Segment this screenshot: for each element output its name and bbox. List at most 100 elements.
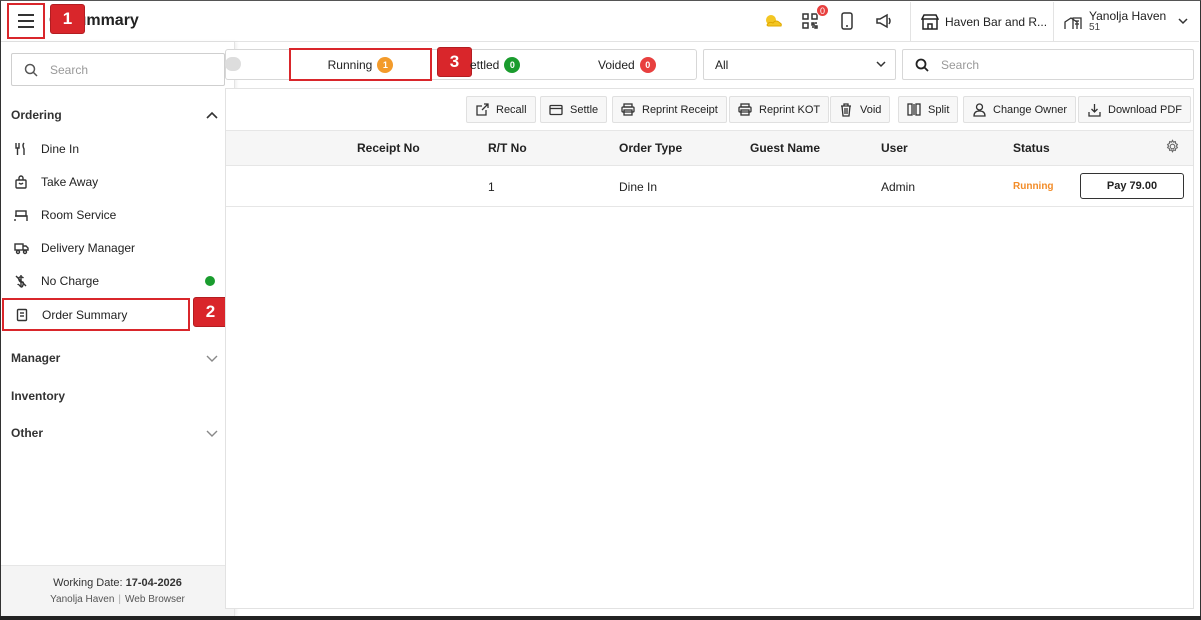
section-ordering[interactable]: Ordering [11,108,62,122]
building-icon [1064,17,1082,29]
working-date: Working Date: 17-04-2026 [1,577,234,589]
reprint-receipt-button[interactable]: Reprint Receipt [612,96,727,123]
sidebar-search[interactable] [11,53,225,86]
button-label: Recall [496,103,527,116]
order-filter-select[interactable]: All [703,49,896,80]
recall-button[interactable]: Recall [466,96,536,123]
tab-pill-clipped [225,57,241,71]
section-inventory[interactable]: Inventory [11,389,65,403]
button-label: Change Owner [993,103,1067,116]
button-label: Settle [570,103,599,116]
status-dot [205,276,215,286]
sidebar-item-take-away[interactable]: Take Away [1,167,235,197]
filter-selected-value: All [715,57,729,72]
hamburger-menu-button[interactable] [7,3,45,39]
split-button[interactable]: Split [898,96,959,123]
printer-icon [621,103,635,117]
cell-order-type: Dine In [619,180,658,194]
button-label: Reprint KOT [759,103,821,116]
branch-sub: 51 [1089,22,1101,33]
chevron-down-icon[interactable] [206,428,218,438]
settle-button[interactable]: Settle [540,96,608,123]
branch-selector[interactable]: Yanolja Haven 51 [1053,2,1200,42]
annotation-badge-3: 3 [437,47,472,77]
sidebar-item-label: Take Away [41,175,99,189]
sidebar-item-dine-in[interactable]: Dine In [1,134,235,164]
session-meta: Yanolja Haven | Web Browser [1,594,234,605]
clipboard-icon [14,307,30,323]
chevron-down-icon[interactable] [206,353,218,363]
status-badge: Running [1013,181,1054,192]
order-search[interactable] [902,49,1194,80]
user-icon [972,102,986,117]
sidebar-item-no-charge[interactable]: No Charge [1,266,235,296]
sidebar-footer: Working Date: 17-04-2026 Yanolja Haven | W… [1,565,234,616]
button-label: Void [860,103,882,116]
tab-label: ettled [470,57,500,72]
sidebar-item-label: Delivery Manager [41,241,136,255]
store-selector[interactable]: Haven Bar and R... [910,2,1053,42]
col-status[interactable]: Status [1013,141,1050,155]
screen-bottom-edge [0,616,1201,620]
void-button[interactable]: Void [830,96,891,123]
sidebar-item-delivery-manager[interactable]: Delivery Manager [1,233,235,263]
storefront-icon [921,14,939,30]
search-icon [915,58,929,72]
pay-button[interactable]: Pay 79.00 [1080,173,1184,199]
trash-icon [839,102,853,117]
col-order-type[interactable]: Order Type [619,141,682,155]
working-date-value: 17-04-2026 [125,577,182,589]
sidebar-item-label: Room Service [41,208,117,222]
download-icon [1087,103,1101,117]
chevron-down-icon [876,61,886,68]
tab-running[interactable]: Running 1 [289,48,432,81]
megaphone-icon[interactable] [874,11,894,31]
col-receipt-no[interactable]: Receipt No [357,141,420,155]
tablet-icon[interactable] [837,11,857,31]
col-user[interactable]: User [881,141,908,155]
notification-count-badge: 0 [816,4,829,17]
external-link-icon [475,103,489,117]
sidebar: Ordering Dine In Take Away Room Service … [1,42,235,616]
download-pdf-button[interactable]: Download PDF [1078,96,1191,123]
button-label: Download PDF [1108,103,1182,116]
change-owner-button[interactable]: Change Owner [963,96,1076,123]
hamburger-icon [18,12,34,30]
tab-voided[interactable]: Voided 0 [598,49,678,80]
truck-icon [13,240,29,256]
takeaway-bag-icon [13,174,29,190]
col-rt-no[interactable]: R/T No [488,141,527,155]
section-other[interactable]: Other [11,426,43,440]
annotation-badge-1: 1 [50,4,85,34]
tab-count-badge: 0 [639,56,656,73]
meta-separator: | [118,594,122,605]
tab-settled[interactable]: ettled 0 [470,49,540,80]
gear-icon[interactable] [1165,139,1180,154]
top-header: O Summary 0 Haven Bar and R... Yanolja H… [1,1,1199,42]
tab-label: Voided [598,57,635,72]
button-label: Reprint Receipt [642,103,718,116]
working-date-label: Working Date: [53,577,123,589]
cell-user: Admin [881,180,916,194]
col-guest-name[interactable]: Guest Name [750,141,820,155]
cell-rt-no: 1 [488,180,495,194]
tab-label: Running [327,57,373,72]
weather-icon[interactable] [763,11,783,31]
no-dollar-icon [13,273,29,289]
sidebar-item-room-service[interactable]: Room Service [1,200,235,230]
property-name: Yanolja Haven [50,594,115,605]
order-search-input[interactable] [941,57,1181,72]
tab-count-badge: 0 [504,56,521,73]
store-name: Haven Bar and R... [945,15,1048,29]
sidebar-item-label: Dine In [41,142,80,156]
sidebar-item-label: Order Summary [42,307,128,322]
card-icon [549,103,563,117]
reprint-kot-button[interactable]: Reprint KOT [729,96,830,123]
chevron-up-icon[interactable] [206,110,218,120]
bed-icon [13,207,29,223]
sidebar-item-order-summary[interactable]: Order Summary [2,298,190,331]
sidebar-search-input[interactable] [50,62,210,77]
section-manager[interactable]: Manager [11,351,60,365]
chevron-down-icon [1178,18,1188,25]
printer-icon [738,103,752,117]
